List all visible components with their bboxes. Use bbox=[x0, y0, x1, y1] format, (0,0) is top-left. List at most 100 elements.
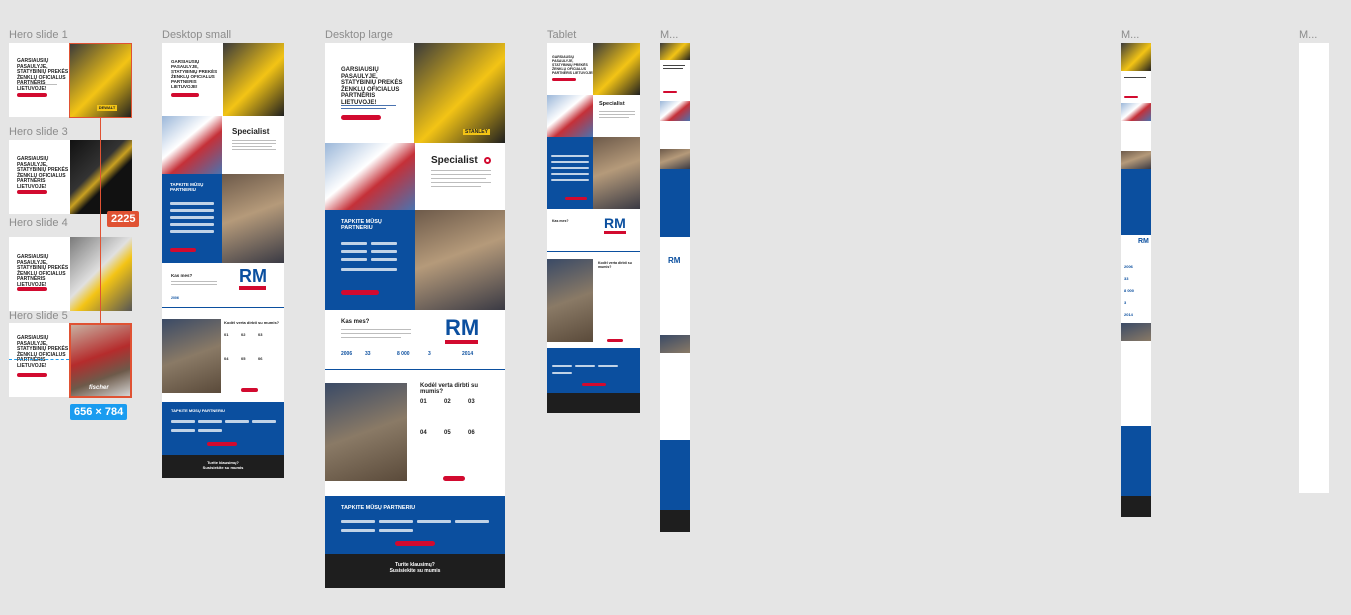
stanley-logo: STANLEY bbox=[463, 129, 490, 135]
form-input[interactable] bbox=[371, 250, 397, 253]
hero-headline-line bbox=[663, 68, 683, 69]
mobile-frame-2[interactable]: RM 2006 33 8 000 3 2014 bbox=[1121, 43, 1151, 517]
form-input[interactable] bbox=[551, 155, 589, 157]
why-cta-button[interactable] bbox=[607, 339, 623, 342]
why-image bbox=[660, 335, 690, 353]
form-input[interactable] bbox=[455, 520, 489, 523]
form-textarea[interactable] bbox=[341, 268, 397, 271]
hero-headline: GARSIAUSIŲ PASAULYJE, STATYBINIŲ PREKĖS … bbox=[17, 335, 69, 369]
text-line bbox=[431, 170, 491, 171]
worker-photo bbox=[1121, 151, 1151, 169]
hero-slide-4-frame[interactable]: GARSIAUSIŲ PASAULYJE, STATYBINIŲ PREKĖS … bbox=[9, 237, 132, 311]
frame-label-hero-slide-4[interactable]: Hero slide 4 bbox=[9, 217, 68, 229]
stat-33: 33 bbox=[365, 351, 371, 357]
tablet-frame[interactable]: GARSIAUSIŲ PASAULYJE, STATYBINIŲ PREKĖS … bbox=[547, 43, 640, 413]
form-input[interactable] bbox=[170, 209, 214, 212]
frame-label-desktop-small[interactable]: Desktop small bbox=[162, 29, 231, 41]
form-input[interactable] bbox=[170, 230, 214, 233]
hero-image bbox=[660, 43, 690, 60]
form-input[interactable] bbox=[371, 258, 397, 261]
frame-label-mobile-2[interactable]: M... bbox=[1121, 29, 1139, 41]
form-input[interactable] bbox=[341, 529, 375, 532]
hero-slide-5-frame[interactable]: GARSIAUSIŲ PASAULYJE, STATYBINIŲ PREKĖS … bbox=[9, 323, 132, 397]
specialist-image bbox=[660, 101, 690, 121]
hero-cta-button[interactable] bbox=[663, 91, 677, 93]
form-submit-button[interactable] bbox=[395, 541, 435, 546]
form-submit-button[interactable] bbox=[582, 383, 606, 386]
hero-cta-button[interactable] bbox=[17, 93, 47, 97]
mobile-frame-1[interactable]: RM bbox=[660, 43, 690, 532]
form-input[interactable] bbox=[379, 520, 413, 523]
desktop-large-frame[interactable]: GARSIAUSIŲ PASAULYJE, STATYBINIŲ PREKĖS … bbox=[325, 43, 505, 588]
hero-image bbox=[223, 43, 284, 116]
form-input[interactable] bbox=[551, 179, 589, 181]
frame-label-tablet[interactable]: Tablet bbox=[547, 29, 576, 41]
hero-headline: GARSIAUSIŲ PASAULYJE, STATYBINIŲ PREKĖS … bbox=[17, 254, 69, 288]
why-num-04: 04 bbox=[224, 356, 229, 361]
form-submit-button[interactable] bbox=[207, 442, 237, 446]
hero-cta-button[interactable] bbox=[17, 373, 47, 377]
hero-cta-button[interactable] bbox=[171, 93, 199, 97]
form-input[interactable] bbox=[170, 202, 214, 205]
hero-slide-3-frame[interactable]: GARSIAUSIŲ PASAULYJE, STATYBINIŲ PREKĖS … bbox=[9, 140, 132, 214]
form-input[interactable] bbox=[171, 420, 195, 423]
form-submit-button[interactable] bbox=[170, 248, 196, 252]
mobile-frame-3[interactable] bbox=[1299, 43, 1329, 493]
form-input[interactable] bbox=[341, 250, 367, 253]
hero-slide-1-frame[interactable]: GARSIAUSIŲ PASAULYJE, STATYBINIŲ PREKĖS … bbox=[9, 43, 132, 117]
footer: Turite klausimų? Susisiekite su mumis bbox=[325, 554, 505, 588]
form-input[interactable] bbox=[252, 420, 276, 423]
form-input[interactable] bbox=[551, 161, 589, 163]
form-input[interactable] bbox=[598, 365, 618, 367]
form-submit-button[interactable] bbox=[341, 290, 379, 295]
form-input[interactable] bbox=[198, 429, 222, 432]
form-input[interactable] bbox=[341, 520, 375, 523]
text-line bbox=[232, 146, 272, 147]
stat-2014: 2014 bbox=[1124, 312, 1133, 317]
hero-cta-button[interactable] bbox=[17, 287, 47, 291]
hero-cta-button[interactable] bbox=[1124, 96, 1138, 98]
why-cta-button[interactable] bbox=[241, 388, 258, 392]
stat-8000: 8 000 bbox=[397, 351, 410, 357]
partner-bottom-title: TAPKITE MŪSŲ PARTNERIU bbox=[171, 408, 225, 413]
desktop-small-frame[interactable]: GARSIAUSIŲ PASAULYJE, STATYBINIŲ PREKĖS … bbox=[162, 43, 284, 478]
form-input[interactable] bbox=[575, 365, 595, 367]
divider bbox=[162, 307, 284, 308]
form-input[interactable] bbox=[341, 242, 367, 245]
form-input[interactable] bbox=[170, 216, 214, 219]
form-input[interactable] bbox=[417, 520, 451, 523]
hero-subtext bbox=[341, 105, 396, 106]
form-input[interactable] bbox=[170, 223, 214, 226]
form-input[interactable] bbox=[552, 372, 572, 374]
form-input[interactable] bbox=[552, 365, 572, 367]
why-num-06: 06 bbox=[468, 430, 475, 436]
why-cta-button[interactable] bbox=[443, 476, 465, 481]
form-submit-button[interactable] bbox=[565, 197, 587, 200]
form-input[interactable] bbox=[379, 529, 413, 532]
frame-label-hero-slide-3[interactable]: Hero slide 3 bbox=[9, 126, 68, 138]
hero-cta-button[interactable] bbox=[17, 190, 47, 194]
form-input[interactable] bbox=[341, 258, 367, 261]
frame-label-hero-slide-5[interactable]: Hero slide 5 bbox=[9, 310, 68, 322]
form-input[interactable] bbox=[551, 173, 589, 175]
form-input[interactable] bbox=[371, 242, 397, 245]
stat-2014: 2014 bbox=[462, 351, 474, 357]
stat-2006: 2006 bbox=[171, 296, 179, 300]
frame-label-mobile-1[interactable]: M... bbox=[660, 29, 678, 41]
hero-cta-button[interactable] bbox=[552, 78, 576, 81]
footer bbox=[1121, 496, 1151, 517]
why-num-01: 01 bbox=[420, 399, 427, 405]
hero-image bbox=[1121, 43, 1151, 71]
hero-cta-button[interactable] bbox=[341, 115, 381, 120]
form-input[interactable] bbox=[171, 429, 195, 432]
text-line bbox=[431, 178, 486, 179]
form-input[interactable] bbox=[198, 420, 222, 423]
form-input[interactable] bbox=[551, 167, 589, 169]
divider bbox=[547, 251, 640, 252]
frame-label-desktop-large[interactable]: Desktop large bbox=[325, 29, 393, 41]
why-num-04: 04 bbox=[420, 430, 427, 436]
frame-label-hero-slide-1[interactable]: Hero slide 1 bbox=[9, 29, 68, 41]
footer-line2: Susisiekite su mumis bbox=[202, 465, 244, 470]
form-input[interactable] bbox=[225, 420, 249, 423]
frame-label-mobile-3[interactable]: M... bbox=[1299, 29, 1317, 41]
